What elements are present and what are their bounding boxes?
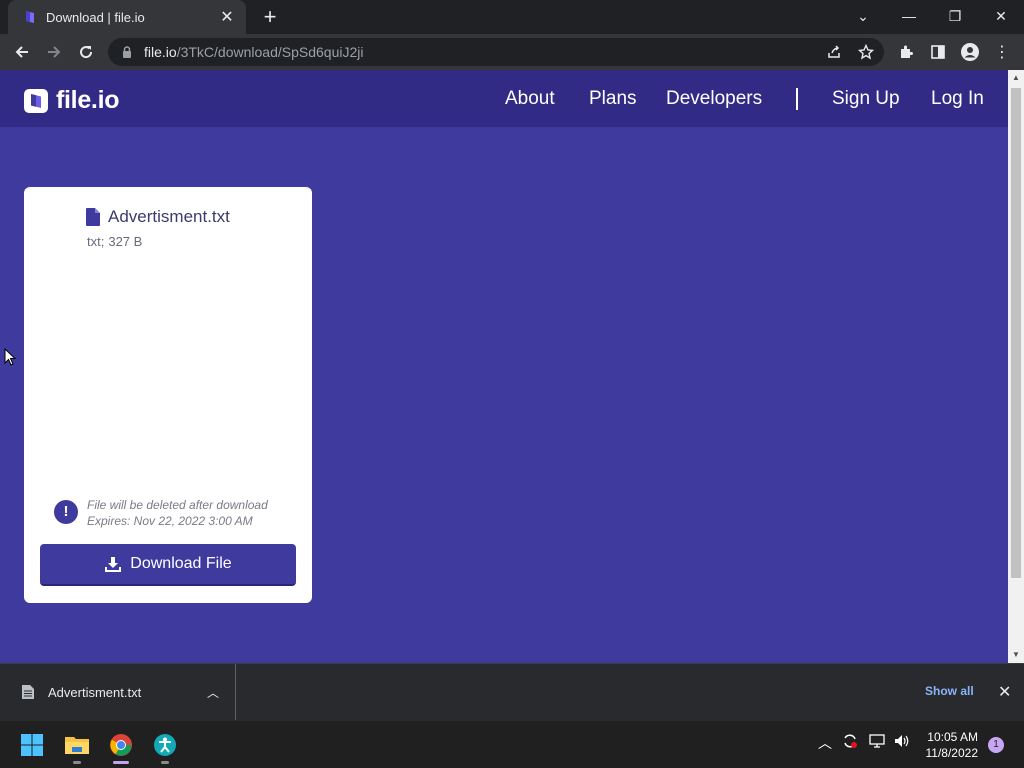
downloaded-file-icon	[22, 685, 34, 699]
tab-search-icon[interactable]: ⌄	[847, 4, 879, 28]
nav-log-in[interactable]: Log In	[931, 88, 984, 110]
nav-divider	[796, 88, 798, 110]
extensions-icon[interactable]	[892, 38, 920, 66]
scroll-up-icon[interactable]: ▲	[1008, 70, 1024, 86]
app-indicator-active	[113, 761, 129, 764]
file-type: txt;	[87, 234, 105, 249]
file-explorer-icon[interactable]	[61, 729, 93, 764]
download-item-name: Advertisment.txt	[48, 684, 142, 700]
bookmark-star-icon[interactable]	[852, 38, 880, 66]
reload-icon[interactable]	[72, 38, 100, 66]
volume-icon[interactable]	[894, 733, 910, 752]
fileio-logo-icon	[24, 88, 48, 113]
windows-start-icon[interactable]	[16, 729, 48, 761]
tray-overflow-chevron-icon[interactable]: ︿	[818, 733, 832, 753]
windows-taskbar: ︿ 10:05 AM 11/8/2022 1	[0, 720, 1024, 768]
fileio-favicon-icon	[22, 9, 38, 25]
page-viewport: file.io About Plans Developers Sign Up L…	[0, 70, 1008, 663]
show-all-downloads-link[interactable]: Show all	[925, 684, 974, 698]
notification-badge[interactable]: 1	[988, 737, 1004, 753]
app-indicator	[161, 761, 169, 764]
download-item[interactable]: Advertisment.txt ︿	[0, 664, 236, 720]
restore-window-button[interactable]: ❐	[939, 4, 971, 28]
download-shelf: Advertisment.txt ︿ Show all ✕	[0, 663, 1024, 720]
file-meta: txt; 327 B	[87, 234, 146, 249]
tab-title: Download | file.io	[46, 9, 145, 25]
tab-strip: Download | file.io ✕ + ⌄ — ❐ ✕	[0, 0, 1024, 34]
download-file-button[interactable]: Download File	[40, 544, 296, 586]
browser-toolbar: file.io/3TkC/download/SpSd6quiJ2ji ⋮	[0, 34, 1024, 70]
close-window-button[interactable]: ✕	[985, 4, 1017, 28]
download-button-label: Download File	[130, 555, 232, 572]
clock-date: 11/8/2022	[925, 746, 979, 760]
site-header: file.io About Plans Developers Sign Up L…	[0, 70, 1008, 127]
download-icon	[104, 555, 122, 573]
address-bar[interactable]: file.io/3TkC/download/SpSd6quiJ2ji	[108, 38, 884, 66]
file-document-icon	[86, 208, 100, 226]
network-icon[interactable]	[869, 733, 885, 752]
file-name-row: Advertisment.txt	[86, 207, 230, 227]
lock-icon[interactable]	[120, 46, 134, 58]
url-host: file.io	[144, 44, 177, 60]
app-indicator	[73, 761, 81, 764]
url-text: file.io/3TkC/download/SpSd6quiJ2ji	[144, 44, 363, 60]
notice-line-expires: Expires: Nov 22, 2022 3:00 AM	[87, 514, 253, 528]
url-path: /3TkC/download/SpSd6quiJ2ji	[176, 44, 364, 60]
minimize-window-button[interactable]: —	[893, 4, 925, 28]
chrome-taskbar-icon[interactable]	[105, 729, 137, 764]
accessibility-app-icon[interactable]	[149, 729, 181, 764]
info-exclamation-icon: !	[54, 500, 78, 524]
taskbar-clock[interactable]: 10:05 AM 11/8/2022	[922, 729, 979, 761]
clock-time: 10:05 AM	[927, 730, 978, 744]
site-brand[interactable]: file.io	[24, 86, 119, 115]
scrollbar-thumb[interactable]	[1011, 88, 1021, 578]
side-panel-icon[interactable]	[924, 38, 952, 66]
nav-plans[interactable]: Plans	[589, 88, 637, 110]
chrome-menu-icon[interactable]: ⋮	[988, 38, 1016, 66]
notice-line-delete: File will be deleted after download	[87, 498, 268, 512]
nav-about[interactable]: About	[505, 88, 555, 110]
scroll-down-icon[interactable]: ▼	[1008, 647, 1024, 663]
nav-developers[interactable]: Developers	[666, 88, 762, 110]
page-scrollbar[interactable]: ▲ ▼	[1008, 70, 1024, 663]
share-icon[interactable]	[820, 38, 848, 66]
file-size: 327 B	[108, 234, 143, 249]
back-icon[interactable]	[8, 38, 36, 66]
forward-icon[interactable]	[40, 38, 68, 66]
chevron-up-icon[interactable]: ︿	[207, 684, 219, 701]
deletion-notice: ! File will be deleted after download Ex…	[54, 497, 268, 529]
new-tab-button[interactable]: +	[258, 6, 282, 30]
browser-tab-active[interactable]: Download | file.io ✕	[8, 0, 246, 34]
close-tab-icon[interactable]: ✕	[218, 7, 236, 27]
mouse-pointer-icon	[4, 348, 16, 366]
file-card: Advertisment.txt txt; 327 B ! File will b…	[24, 187, 312, 603]
nav-sign-up[interactable]: Sign Up	[832, 88, 900, 110]
brand-name: file.io	[56, 86, 120, 114]
file-name: Advertisment.txt	[108, 207, 230, 226]
close-shelf-icon[interactable]: ✕	[998, 682, 1011, 702]
sync-status-icon[interactable]	[842, 733, 858, 752]
profile-avatar-icon[interactable]	[956, 38, 984, 66]
